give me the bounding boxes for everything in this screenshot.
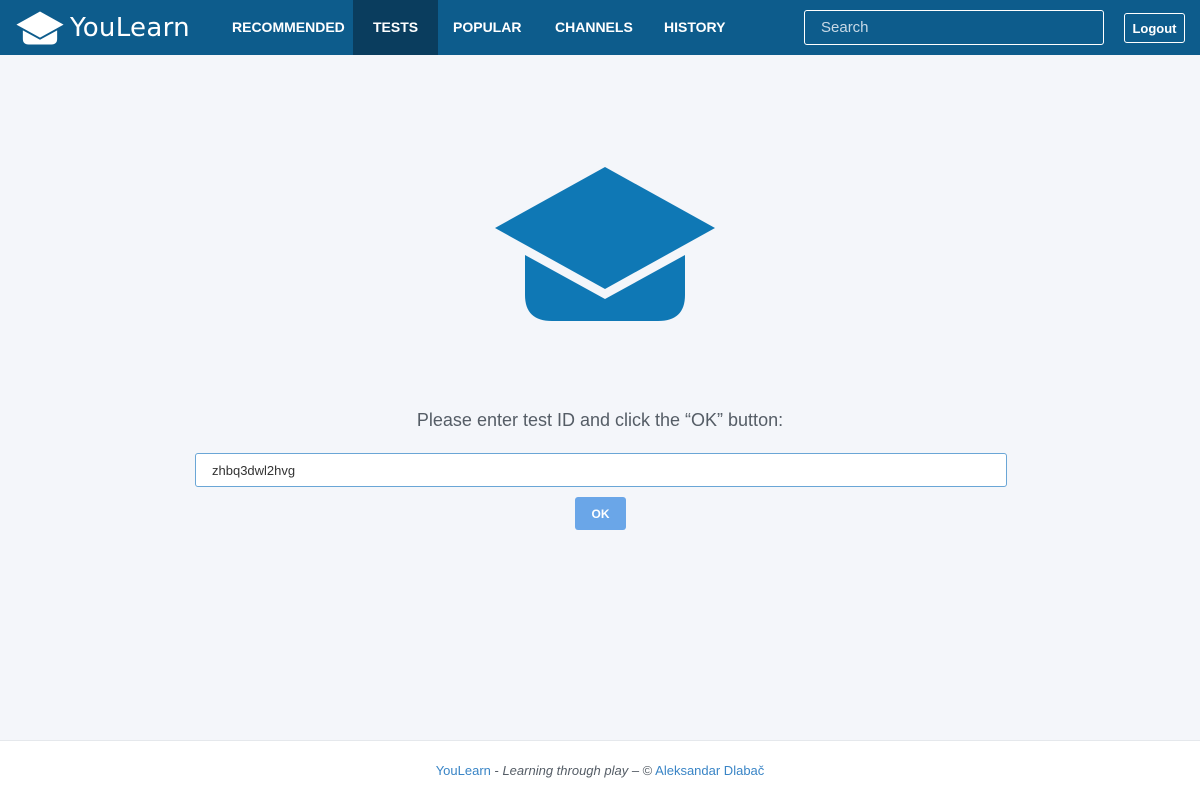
graduation-cap-logo-icon <box>16 11 64 45</box>
graduation-cap-icon <box>495 167 715 321</box>
nav-tests[interactable]: TESTS <box>353 0 439 55</box>
nav-channels[interactable]: CHANNELS <box>535 0 653 55</box>
nav-history[interactable]: HISTORY <box>644 0 745 55</box>
footer-tagline: Learning through play <box>502 763 629 778</box>
footer: YouLearn - Learning through play – © Ale… <box>0 740 1200 800</box>
footer-author-link[interactable]: Aleksandar Dlabač <box>655 763 764 778</box>
ok-button[interactable]: OK <box>575 497 626 530</box>
search-input[interactable] <box>804 10 1104 45</box>
footer-separator: - <box>490 763 503 778</box>
top-navbar: YouLearn RECOMMENDED TESTS POPULAR CHANN… <box>0 0 1200 55</box>
test-id-input[interactable] <box>195 453 1007 487</box>
footer-brand-link[interactable]: YouLearn <box>436 763 491 778</box>
nav-popular[interactable]: POPULAR <box>433 0 541 55</box>
logout-button[interactable]: Logout <box>1124 13 1185 43</box>
nav-recommended[interactable]: RECOMMENDED <box>212 0 365 55</box>
footer-copyright: – © <box>628 763 656 778</box>
brand-logo[interactable]: YouLearn <box>16 10 190 46</box>
brand-name: YouLearn <box>70 13 190 43</box>
test-id-prompt: Please enter test ID and click the “OK” … <box>416 410 784 430</box>
